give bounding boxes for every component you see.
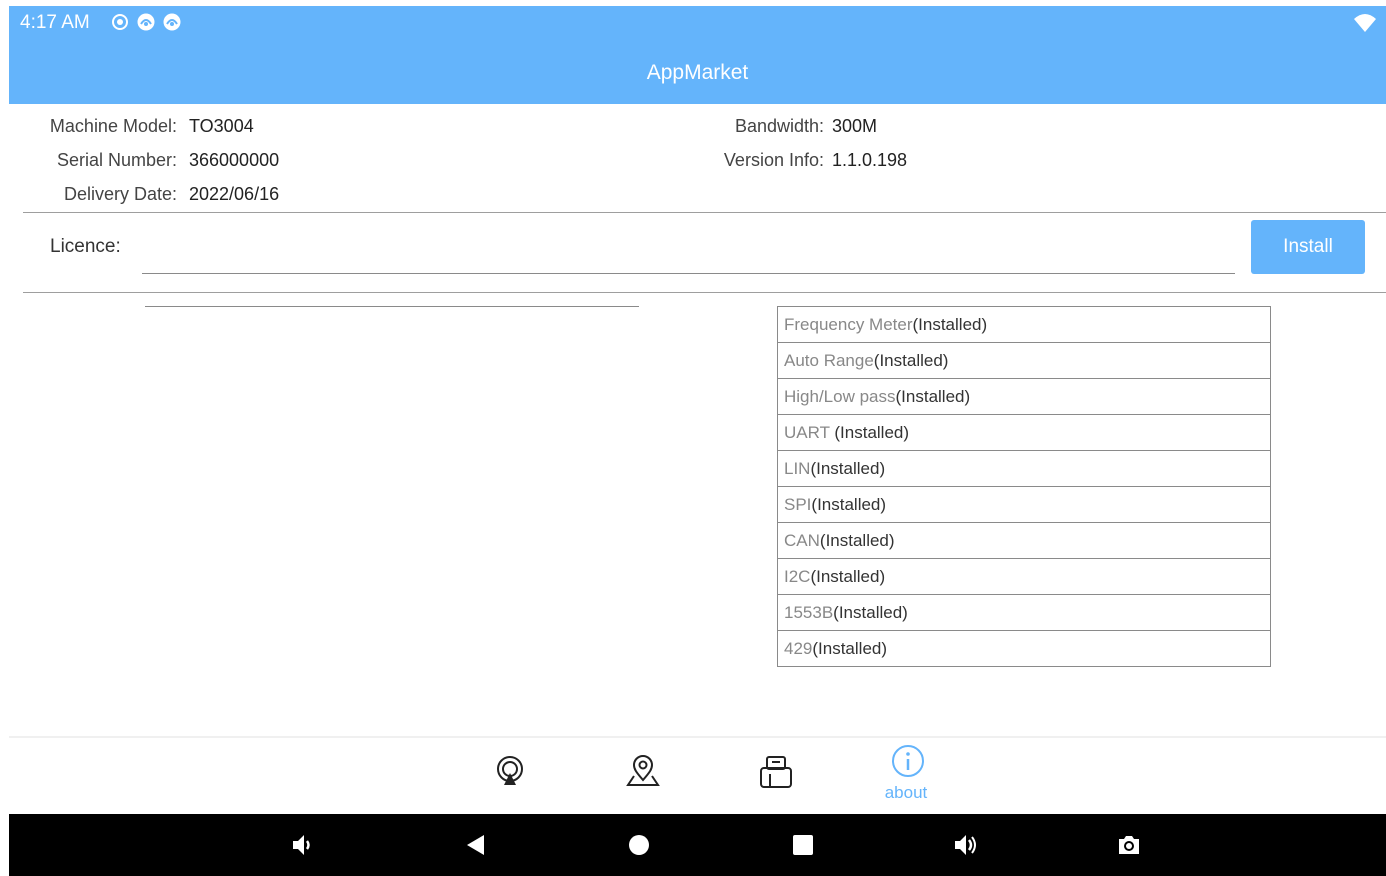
screenshot-icon	[1119, 836, 1139, 854]
app-bar: 4:17 AM AppMarket	[9, 6, 1386, 104]
plugin-item[interactable]: I2C(Installed)	[778, 559, 1270, 595]
serial-number-row: Serial Number: 366000000	[9, 148, 609, 172]
tab-bar-divider	[9, 736, 1386, 738]
info-icon	[892, 745, 924, 777]
plugin-item[interactable]: Frequency Meter(Installed)	[778, 307, 1270, 343]
tab-broadcast[interactable]	[480, 741, 540, 811]
plugin-item[interactable]: Auto Range(Installed)	[778, 343, 1270, 379]
home-icon	[629, 835, 649, 855]
app-title: AppMarket	[646, 61, 749, 84]
volume-up-icon	[955, 835, 976, 855]
plugin-item[interactable]: SPI(Installed)	[778, 487, 1270, 523]
divider	[23, 212, 1386, 213]
plugin-item[interactable]: 429(Installed)	[778, 631, 1270, 667]
install-button[interactable]: Install	[1251, 220, 1365, 274]
plugin-name: Frequency Meter	[784, 315, 913, 334]
plugin-item[interactable]: 1553B(Installed)	[778, 595, 1270, 631]
plugin-name: 1553B	[784, 603, 834, 622]
notification-app-icon	[137, 13, 155, 31]
delivery-date-value: 2022/06/16	[189, 184, 280, 204]
plugin-status: (Installed)	[811, 495, 887, 514]
divider	[23, 292, 1386, 293]
serial-number-label: Serial Number:	[56, 150, 177, 170]
radio-button-icon	[111, 13, 129, 31]
bandwidth-row: Bandwidth: 300M	[609, 114, 1109, 138]
back-icon	[467, 835, 484, 855]
version-info-row: Version Info: 1.1.0.198	[609, 148, 1109, 172]
plugin-status: (Installed)	[810, 459, 886, 478]
volume-up-button[interactable]	[936, 814, 996, 876]
tab-about[interactable]: about	[876, 741, 936, 811]
plugin-name: UART	[784, 423, 835, 442]
status-icons	[111, 13, 181, 31]
tab-location[interactable]	[611, 741, 671, 811]
plugin-item[interactable]: UART (Installed)	[778, 415, 1270, 451]
plugin-list: Frequency Meter(Installed) Auto Range(In…	[777, 306, 1271, 667]
plugin-name: I2C	[784, 567, 811, 586]
version-info-label: Version Info:	[723, 150, 824, 170]
licence-input[interactable]	[142, 231, 1235, 274]
plugin-status: (Installed)	[812, 639, 888, 658]
plugin-item[interactable]: High/Low pass(Installed)	[778, 379, 1270, 415]
serial-number-value: 366000000	[189, 150, 280, 170]
home-button[interactable]	[609, 814, 669, 876]
machine-model-value: TO3004	[189, 116, 254, 136]
licence-label: Licence:	[50, 236, 121, 257]
tab-usb[interactable]	[744, 741, 804, 811]
plugin-status: (Installed)	[895, 387, 971, 406]
plugin-name: 429	[784, 639, 813, 658]
notification-app-icon	[163, 13, 181, 31]
plugin-item[interactable]: CAN(Installed)	[778, 523, 1270, 559]
plugin-status: (Installed)	[912, 315, 988, 334]
status-time: 4:17 AM	[20, 12, 90, 33]
broadcast-icon	[497, 756, 523, 785]
bandwidth-value: 300M	[832, 116, 878, 136]
empty-list-divider	[145, 306, 639, 307]
machine-model-row: Machine Model: TO3004	[9, 114, 609, 138]
screen: 4:17 AM AppMarket Machine Model: TO3004 …	[9, 6, 1386, 876]
machine-model-label: Machine Model:	[49, 116, 177, 136]
wifi-icon	[1354, 13, 1376, 33]
recents-button[interactable]	[773, 814, 833, 876]
version-info-value: 1.1.0.198	[832, 150, 908, 170]
plugin-status: (Installed)	[810, 567, 886, 586]
delivery-date-row: Delivery Date: 2022/06/16	[9, 182, 609, 206]
plugin-name: CAN	[784, 531, 820, 550]
recents-icon	[793, 835, 813, 855]
volume-down-icon	[293, 835, 310, 855]
plugin-name: SPI	[784, 495, 812, 514]
tab-about-label: about	[884, 783, 928, 802]
bandwidth-label: Bandwidth:	[734, 116, 824, 136]
plugin-status: (Installed)	[833, 603, 908, 622]
plugin-name: LIN	[784, 459, 811, 478]
plugin-status: (Installed)	[819, 531, 895, 550]
plugin-item[interactable]: LIN(Installed)	[778, 451, 1270, 487]
plugin-status: (Installed)	[873, 351, 949, 370]
screenshot-button[interactable]	[1099, 814, 1159, 876]
delivery-date-label: Delivery Date:	[63, 184, 177, 204]
plugin-name: Auto Range	[784, 351, 874, 370]
volume-down-button[interactable]	[273, 814, 333, 876]
back-button[interactable]	[445, 814, 505, 876]
usb-drive-icon	[760, 756, 792, 788]
plugin-status: (Installed)	[834, 423, 910, 442]
plugin-name: High/Low pass	[784, 387, 896, 406]
location-pin-icon	[626, 755, 660, 786]
system-nav-bar	[9, 814, 1386, 876]
